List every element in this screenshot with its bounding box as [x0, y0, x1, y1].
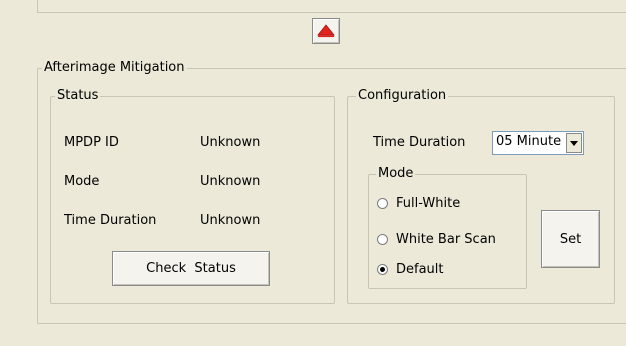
- radio-default-label: Default: [396, 262, 444, 277]
- radio-white-bar-scan-label: White Bar Scan: [396, 232, 496, 247]
- radio-circle-icon[interactable]: [377, 198, 388, 209]
- time-duration-selected: 05 Minute: [496, 134, 562, 149]
- radio-white-bar-scan[interactable]: White Bar Scan: [377, 232, 496, 247]
- time-duration-select[interactable]: 05 Minute: [492, 131, 584, 155]
- triangle-up-icon: [317, 24, 335, 38]
- radio-full-white[interactable]: Full-White: [377, 196, 460, 211]
- radio-full-white-label: Full-White: [396, 196, 461, 211]
- time-duration-value: Unknown: [200, 213, 261, 228]
- mode-value: Unknown: [200, 174, 261, 189]
- check-status-button[interactable]: Check Status: [112, 251, 270, 286]
- mpdp-id-value: Unknown: [200, 135, 261, 150]
- config-time-duration-label: Time Duration: [373, 135, 466, 150]
- status-title: Status: [55, 88, 101, 104]
- radio-circle-icon[interactable]: [377, 234, 388, 245]
- time-duration-label: Time Duration: [64, 213, 157, 228]
- collapse-button[interactable]: [312, 18, 340, 44]
- radio-default[interactable]: Default: [377, 262, 444, 277]
- afterimage-mitigation-title: Afterimage Mitigation: [42, 60, 187, 76]
- configuration-title: Configuration: [356, 88, 449, 104]
- dropdown-arrow-icon[interactable]: [566, 133, 582, 153]
- mpdp-id-label: MPDP ID: [64, 135, 119, 150]
- top-panel-border: [37, 0, 626, 13]
- mode-label: Mode: [64, 174, 100, 189]
- set-button[interactable]: Set: [541, 210, 600, 268]
- mode-group-title: Mode: [376, 166, 416, 182]
- radio-checked-icon[interactable]: [377, 264, 388, 275]
